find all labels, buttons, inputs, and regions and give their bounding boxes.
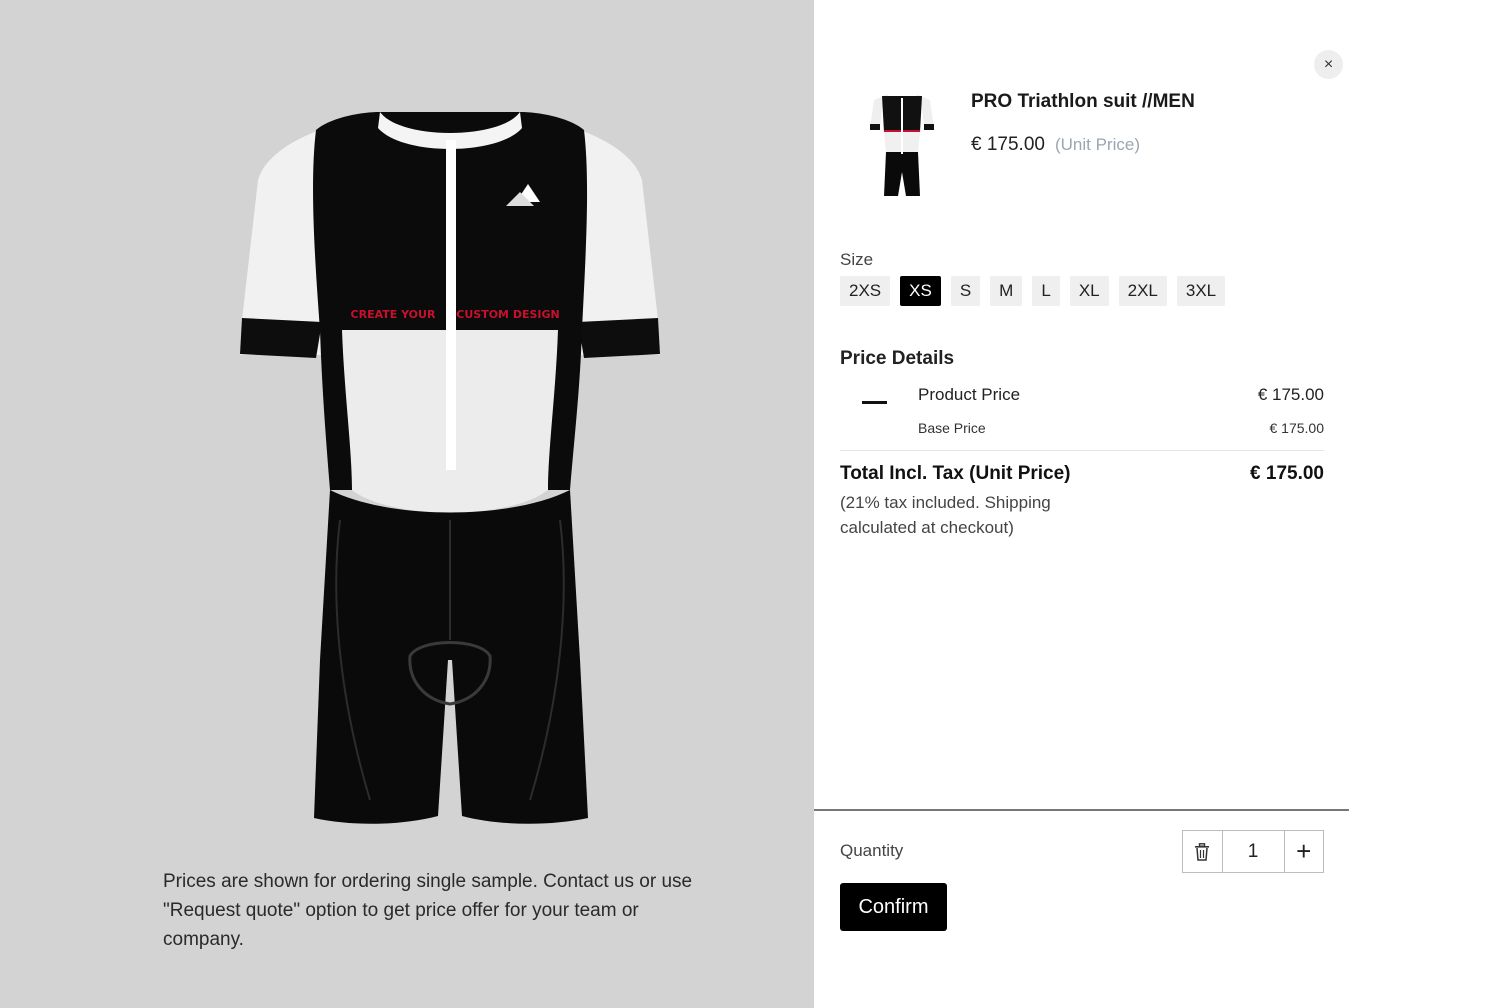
product-price-value: € 175.00 <box>1257 385 1324 404</box>
design-text-left: CREATE YOUR <box>351 308 436 321</box>
quantity-stepper: + <box>1182 830 1324 873</box>
footer-divider <box>814 809 1349 811</box>
unit-price-label: (Unit Price) <box>1054 135 1140 154</box>
size-option-2xs[interactable]: 2XS <box>840 276 891 306</box>
size-option-m[interactable]: M <box>990 276 1023 306</box>
total-label: Total Incl. Tax (Unit Price) <box>840 463 1071 484</box>
size-label: Size <box>840 250 874 269</box>
plus-icon: + <box>1296 836 1312 866</box>
price-details-title: Price Details <box>840 348 955 369</box>
size-option-3xl[interactable]: 3XL <box>1176 276 1226 306</box>
size-option-xl[interactable]: XL <box>1069 276 1109 306</box>
size-selector: 2XS XS S M L XL 2XL 3XL <box>840 276 1226 306</box>
quantity-input[interactable] <box>1222 831 1284 872</box>
remove-button[interactable] <box>1183 831 1223 872</box>
trash-icon <box>1195 842 1210 861</box>
size-option-xs[interactable]: XS <box>900 276 941 306</box>
product-preview-panel: CREATE YOUR CUSTOM DESIGN Prices are sho… <box>0 0 814 1008</box>
product-thumbnail <box>858 88 946 204</box>
size-option-l[interactable]: L <box>1032 276 1060 306</box>
triathlon-suit-image: CREATE YOUR CUSTOM DESIGN <box>230 100 670 830</box>
design-text-right: CUSTOM DESIGN <box>456 308 559 321</box>
product-price-label: Product Price <box>918 385 1021 404</box>
close-button[interactable]: × <box>1314 50 1343 79</box>
product-title: PRO Triathlon suit //MEN <box>971 91 1195 112</box>
unit-price-row: € 175.00 (Unit Price) <box>971 134 1140 156</box>
collapse-toggle-icon[interactable] <box>862 401 887 404</box>
tax-note: (21% tax included. Shipping calculated a… <box>840 493 1051 537</box>
increment-button[interactable]: + <box>1283 831 1324 872</box>
product-config-panel: × PRO Triathlon suit //MEN € 175.00 (Uni… <box>814 0 1500 1008</box>
divider <box>840 450 1324 451</box>
confirm-button[interactable]: Confirm <box>840 883 947 931</box>
unit-price: € 175.00 <box>971 134 1045 155</box>
size-option-s[interactable]: S <box>950 276 981 306</box>
size-option-2xl[interactable]: 2XL <box>1118 276 1167 306</box>
total-value: € 175.00 <box>1250 463 1324 484</box>
base-price-label: Base Price <box>918 420 986 436</box>
pricing-disclaimer: Prices are shown for ordering single sam… <box>163 871 693 950</box>
base-price-value: € 175.00 <box>1269 420 1325 436</box>
quantity-label: Quantity <box>840 841 904 860</box>
close-icon: × <box>1323 55 1334 73</box>
